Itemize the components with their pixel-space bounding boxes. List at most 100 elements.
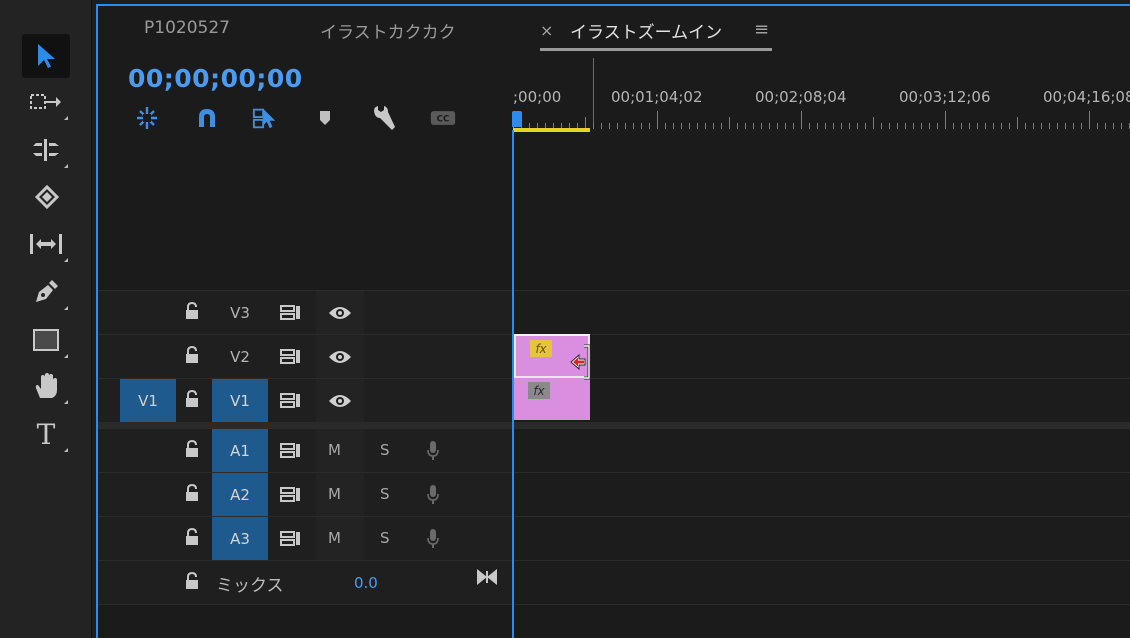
type-tool[interactable]: T <box>22 412 70 456</box>
lock-icon[interactable] <box>184 346 200 364</box>
source-patch-v1[interactable]: V1 <box>120 379 176 422</box>
lock-icon[interactable] <box>184 440 200 458</box>
snap-button[interactable] <box>194 106 220 130</box>
solo-button[interactable]: S <box>380 441 390 459</box>
sync-lock-icon[interactable] <box>280 392 302 410</box>
track-lane[interactable] <box>514 429 1130 473</box>
track-select-forward-icon <box>30 94 61 109</box>
eye-icon[interactable] <box>328 305 352 321</box>
track-name[interactable]: A1 <box>212 429 268 472</box>
slip-icon <box>30 234 62 254</box>
trim-out-cursor-icon <box>570 344 591 380</box>
eye-icon[interactable] <box>328 349 352 365</box>
hand-tool[interactable] <box>22 364 70 408</box>
microphone-icon[interactable] <box>426 440 440 462</box>
timeline-settings-button[interactable] <box>370 106 396 130</box>
track-header: V1 V1 <box>98 379 512 423</box>
track-lane[interactable] <box>514 561 1130 605</box>
sync-lock-icon[interactable] <box>280 442 302 460</box>
wrench-icon <box>374 106 395 130</box>
lock-icon[interactable] <box>184 390 200 408</box>
microphone-icon[interactable] <box>426 484 440 506</box>
solo-button[interactable]: S <box>380 529 390 547</box>
track-header: ミックス 0.0 <box>98 561 512 605</box>
mix-volume-value[interactable]: 0.0 <box>354 561 378 605</box>
track-lane[interactable] <box>514 379 1130 423</box>
track-header: V3 <box>98 291 512 335</box>
bowtie-icon[interactable] <box>476 568 498 586</box>
mute-button[interactable]: M <box>328 441 341 459</box>
track-name[interactable]: V3 <box>212 291 268 334</box>
time-ruler[interactable]: ;00;00 00;01;04;02 00;02;08;04 00;03;12;… <box>512 56 1130 134</box>
track-name[interactable]: A2 <box>212 473 268 516</box>
tools-panel: T <box>0 0 92 638</box>
track-mix: ミックス 0.0 <box>98 560 1130 605</box>
empty-timeline-area <box>98 134 1130 290</box>
nest-toggle-button[interactable] <box>134 106 160 130</box>
selection-tool[interactable] <box>22 34 70 78</box>
track-lane[interactable] <box>514 473 1130 517</box>
tool-flyout-indicator <box>64 400 68 404</box>
lock-icon[interactable] <box>184 302 200 320</box>
linked-selection-icon <box>252 108 276 129</box>
tab-menu-icon[interactable]: ≡ <box>754 19 769 40</box>
rectangle-tool[interactable] <box>22 318 70 362</box>
fx-badge[interactable]: fx <box>530 340 552 357</box>
razor-tool[interactable] <box>22 176 70 220</box>
track-lane[interactable] <box>514 517 1130 561</box>
lock-icon[interactable] <box>184 484 200 502</box>
tab-p1020527[interactable]: P1020527 <box>144 18 230 38</box>
timeline-panel: P1020527 イラストカクカク × イラストズームイン ≡ 00;00;00… <box>96 4 1130 638</box>
tab-illust-zoom-in[interactable]: イラストズームイン <box>570 18 722 43</box>
track-name[interactable]: V1 <box>212 379 268 422</box>
hand-icon <box>35 373 57 398</box>
marker-icon <box>320 111 330 125</box>
sync-lock-icon[interactable] <box>280 304 302 322</box>
tab-close-icon[interactable]: × <box>540 21 553 40</box>
track-header: V2 <box>98 335 512 379</box>
mute-button[interactable]: M <box>328 485 341 503</box>
lock-icon[interactable] <box>184 572 200 590</box>
ruler-label: 00;02;08;04 <box>755 88 847 106</box>
timeline-controls: CC <box>134 106 464 130</box>
playhead-timecode[interactable]: 00;00;00;00 <box>128 64 303 93</box>
pen-icon <box>36 280 58 302</box>
captions-button[interactable]: CC <box>430 106 456 130</box>
track-select-tool[interactable] <box>22 80 70 124</box>
clip-v1[interactable]: fx <box>514 378 590 420</box>
slip-tool[interactable] <box>22 222 70 266</box>
rectangle-icon <box>33 329 59 351</box>
sync-lock-icon[interactable] <box>280 530 302 548</box>
mix-label: ミックス <box>216 575 284 596</box>
sync-lock-icon[interactable] <box>280 348 302 366</box>
closed-captions-icon: CC <box>430 111 456 125</box>
selection-arrow-icon <box>38 44 55 68</box>
tool-flyout-indicator <box>64 448 68 452</box>
playhead-handle[interactable] <box>512 111 522 127</box>
ruler-label: 00;04;16;08 <box>1043 88 1130 106</box>
microphone-icon[interactable] <box>426 528 440 550</box>
solo-button[interactable]: S <box>380 485 390 503</box>
add-marker-button[interactable] <box>312 106 338 130</box>
work-area-bar[interactable] <box>513 128 590 132</box>
track-name[interactable]: V2 <box>212 335 268 378</box>
ruler-label: ;00;00 <box>513 88 562 106</box>
track-lane[interactable] <box>514 335 1130 379</box>
track-header: A2 M S <box>98 473 512 517</box>
ripple-edit-tool[interactable] <box>22 128 70 172</box>
track-lane[interactable] <box>514 291 1130 335</box>
ruler-label: 00;03;12;06 <box>899 88 991 106</box>
track-a3: A3 M S <box>98 516 1130 561</box>
linked-selection-button[interactable] <box>252 106 278 130</box>
fx-badge[interactable]: fx <box>528 382 550 399</box>
playhead-line[interactable] <box>512 130 514 638</box>
sync-lock-icon[interactable] <box>280 486 302 504</box>
lock-icon[interactable] <box>184 528 200 546</box>
eye-icon[interactable] <box>328 393 352 409</box>
timeline-bottom-area <box>98 604 1130 638</box>
mute-button[interactable]: M <box>328 529 341 547</box>
track-v1: V1 V1 <box>98 378 1130 423</box>
tab-illust-kakukaku[interactable]: イラストカクカク <box>320 18 456 43</box>
track-name[interactable]: A3 <box>212 517 268 560</box>
pen-tool[interactable] <box>22 270 70 314</box>
